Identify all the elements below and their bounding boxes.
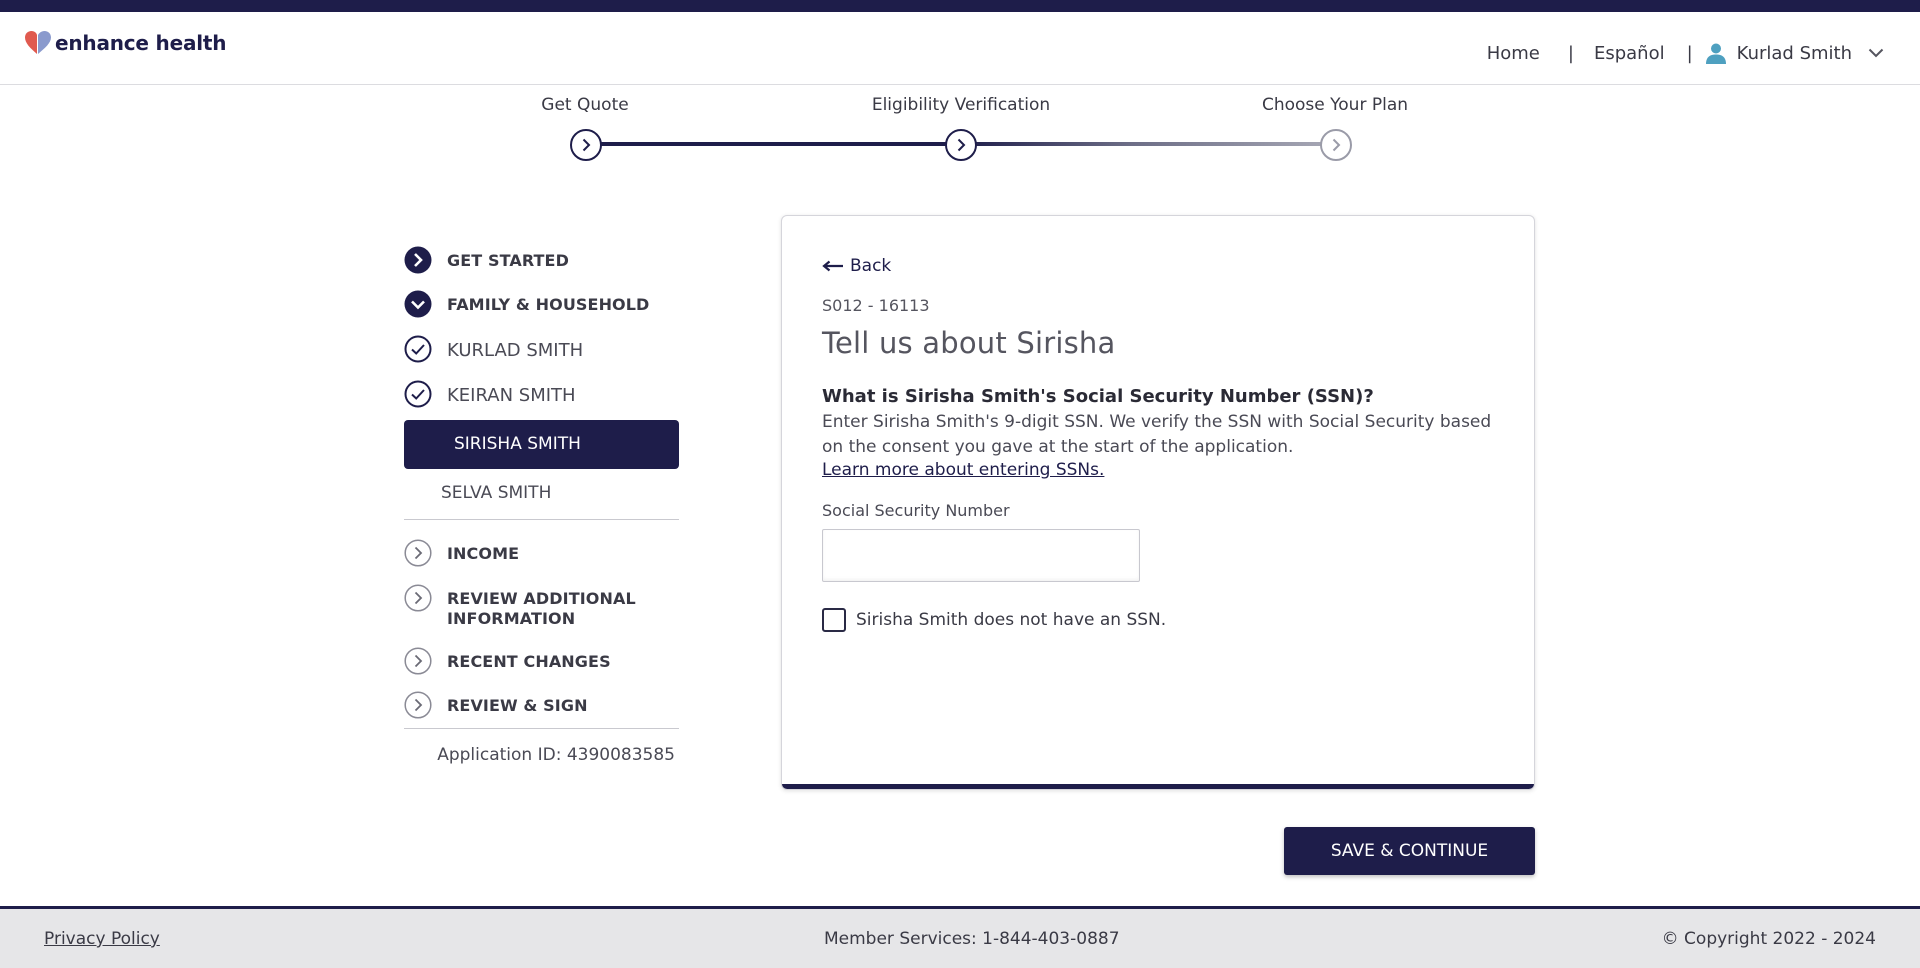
no-ssn-checkbox[interactable]: [822, 608, 846, 632]
check-circle-icon: [404, 335, 432, 363]
screen-code: S012 - 16113: [822, 296, 930, 315]
ssn-question: What is Sirisha Smith's Social Security …: [822, 386, 1374, 407]
arrow-left-icon: [822, 260, 843, 272]
sidebar-item-income[interactable]: INCOME: [404, 539, 679, 567]
back-label: Back: [850, 256, 892, 276]
progress-line-upcoming: [961, 142, 1335, 146]
step-label-eligibility: Eligibility Verification: [871, 95, 1051, 115]
user-icon: [1705, 43, 1726, 64]
logo[interactable]: enhance health: [24, 30, 227, 56]
nav-separator: |: [1686, 42, 1693, 64]
step-marker-choose-plan[interactable]: [1320, 129, 1352, 161]
user-menu-name[interactable]: Kurlad Smith: [1737, 43, 1852, 64]
heart-logo-icon: [25, 31, 51, 54]
progress-stepper: Get Quote Eligibility Verification Choos…: [0, 85, 1920, 175]
member-services-phone: Member Services: 1-844-403-0887: [824, 929, 1120, 949]
site-header: enhance health Home | Español | Kurlad S…: [0, 12, 1920, 85]
check-circle-icon: [404, 380, 432, 408]
sidebar-divider: [404, 519, 679, 520]
sidebar-item-label: FAMILY & HOUSEHOLD: [447, 295, 650, 314]
chevron-right-icon: [1332, 138, 1341, 152]
chevron-down-filled-icon: [404, 290, 432, 318]
sidebar-divider: [404, 728, 679, 729]
sidebar-item-label: RECENT CHANGES: [447, 652, 611, 671]
chevron-down-icon[interactable]: [1868, 48, 1884, 58]
logo-text: enhance health: [55, 31, 227, 55]
chevron-right-outline-icon: [404, 647, 432, 675]
ssn-input[interactable]: [822, 529, 1140, 582]
sidebar-item-get-started[interactable]: GET STARTED: [404, 246, 679, 274]
sidebar-item-label: REVIEW & SIGN: [447, 696, 588, 715]
sidebar-item-family-household[interactable]: FAMILY & HOUSEHOLD: [404, 290, 679, 318]
chevron-right-outline-icon: [404, 539, 432, 567]
sidebar-item-label: INCOME: [447, 544, 520, 563]
no-ssn-option[interactable]: Sirisha Smith does not have an SSN.: [822, 608, 1166, 632]
privacy-policy-link[interactable]: Privacy Policy: [44, 929, 160, 949]
nav-language-link[interactable]: Español: [1594, 43, 1665, 64]
ssn-field-label: Social Security Number: [822, 501, 1010, 520]
no-ssn-label[interactable]: Sirisha Smith does not have an SSN.: [856, 610, 1166, 630]
site-footer: Privacy Policy Member Services: 1-844-40…: [0, 906, 1920, 968]
sidebar-item-recent-changes[interactable]: RECENT CHANGES: [404, 647, 679, 675]
application-id: Application ID: 4390083585: [437, 745, 675, 765]
back-link[interactable]: Back: [822, 256, 891, 276]
nav-home-link[interactable]: Home: [1487, 43, 1540, 64]
sidebar-item-review-additional[interactable]: REVIEW ADDITIONAL INFORMATION: [404, 584, 679, 629]
sidebar-item-review-sign[interactable]: REVIEW & SIGN: [404, 691, 679, 719]
sidebar-item-label: KEIRAN SMITH: [447, 385, 576, 406]
sidebar-item-label: KURLAD SMITH: [447, 340, 584, 361]
page-title: Tell us about Sirisha: [822, 326, 1116, 360]
chevron-right-icon: [582, 138, 591, 152]
nav-separator: |: [1567, 42, 1574, 64]
ssn-form-card: Back S012 - 16113 Tell us about Sirisha …: [781, 215, 1535, 790]
sidebar-item-label: GET STARTED: [447, 251, 569, 270]
copyright: © Copyright 2022 - 2024: [1661, 929, 1876, 949]
save-continue-button[interactable]: SAVE & CONTINUE: [1284, 827, 1535, 875]
chevron-right-outline-icon: [404, 584, 432, 612]
step-label-get-quote: Get Quote: [541, 95, 629, 115]
top-accent-bar: [0, 0, 1920, 12]
chevron-right-filled-icon: [404, 246, 432, 274]
chevron-right-icon: [957, 138, 966, 152]
sidebar-item-label: REVIEW ADDITIONAL INFORMATION: [447, 589, 636, 628]
step-label-choose-plan: Choose Your Plan: [1261, 95, 1409, 115]
step-marker-get-quote[interactable]: [570, 129, 602, 161]
sidebar-item-sirisha-smith[interactable]: SIRISHA SMITH: [404, 420, 679, 469]
learn-more-ssn-link[interactable]: Learn more about entering SSNs.: [822, 460, 1104, 480]
sidebar-item-selva-smith[interactable]: SELVA SMITH: [441, 483, 551, 503]
card-bottom-accent: [782, 784, 1534, 789]
sidebar-item-keiran-smith[interactable]: KEIRAN SMITH: [404, 380, 679, 408]
top-nav: Home | Español | Kurlad Smith: [1487, 42, 1884, 64]
ssn-description: Enter Sirisha Smith's 9-digit SSN. We ve…: [822, 412, 1492, 457]
progress-line-complete: [586, 142, 961, 146]
sidebar-item-kurlad-smith[interactable]: KURLAD SMITH: [404, 335, 679, 363]
step-marker-eligibility[interactable]: [945, 129, 977, 161]
chevron-right-outline-icon: [404, 691, 432, 719]
